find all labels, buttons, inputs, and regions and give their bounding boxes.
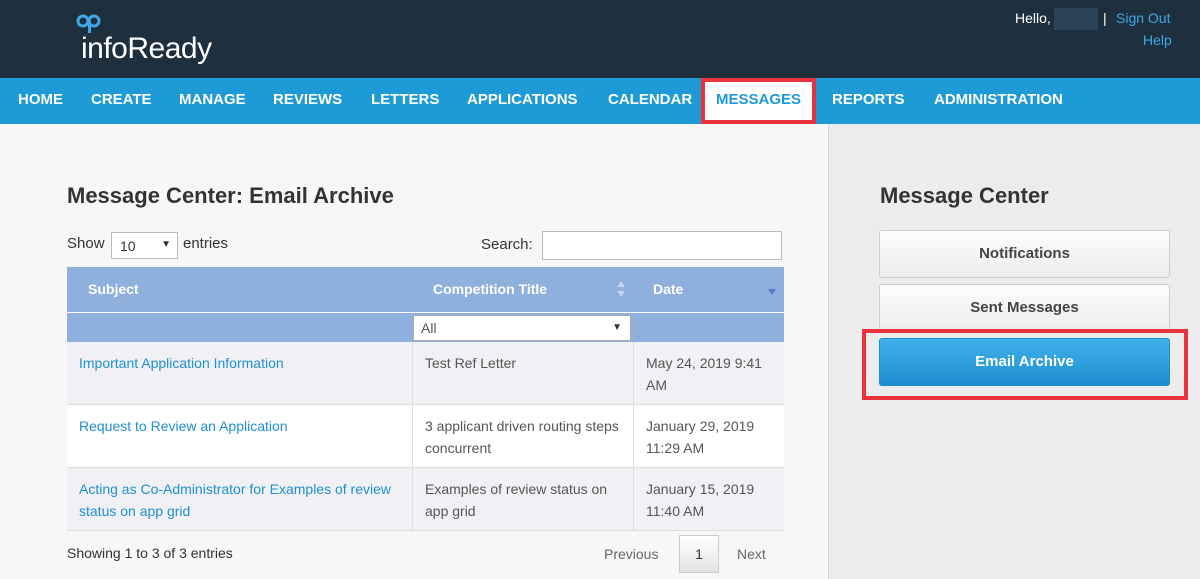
logo-mark-icon: [76, 14, 101, 33]
nav-home[interactable]: HOME: [18, 78, 63, 124]
subject-link[interactable]: Acting as Co-Administrator for Examples …: [67, 468, 412, 531]
nav-create[interactable]: CREATE: [91, 78, 152, 124]
sort-both-icon: [617, 281, 625, 297]
col-subject[interactable]: Subject: [88, 267, 139, 312]
user-name-redacted: [1054, 8, 1098, 30]
page-title: Message Center: Email Archive: [67, 183, 394, 208]
date-cell: January 15, 2019 11:40 AM: [633, 468, 784, 531]
competition-cell: 3 applicant driven routing steps concurr…: [412, 405, 633, 468]
table-row: Important Application Information Test R…: [67, 342, 784, 405]
filter-row: All ▼: [67, 312, 784, 342]
page-length-value: 10: [120, 238, 136, 254]
nav-reports[interactable]: REPORTS: [832, 78, 905, 124]
filter-value: All: [421, 320, 437, 336]
sent-messages-button[interactable]: Sent Messages: [879, 284, 1170, 332]
subject-link[interactable]: Important Application Information: [67, 342, 412, 405]
date-cell: January 29, 2019 11:29 AM: [633, 405, 784, 468]
previous-button[interactable]: Previous: [604, 546, 658, 562]
col-competition-title[interactable]: Competition Title: [433, 267, 547, 312]
next-button[interactable]: Next: [737, 546, 766, 562]
infoready-logo[interactable]: infoReady: [76, 14, 226, 66]
subject-link[interactable]: Request to Review an Application: [67, 405, 412, 468]
show-label: Show: [67, 235, 105, 252]
header-separator: |: [1103, 10, 1107, 26]
notifications-button[interactable]: Notifications: [879, 230, 1170, 278]
page-length-select[interactable]: 10 ▼: [111, 232, 178, 259]
nav-manage[interactable]: MANAGE: [179, 78, 246, 124]
sign-out-link[interactable]: Sign Out: [1116, 10, 1170, 26]
entries-label: entries: [183, 235, 229, 252]
top-header: infoReady Hello, | Sign Out Help: [0, 0, 1200, 78]
table-row: Acting as Co-Administrator for Examples …: [67, 468, 784, 531]
search-label: Search:: [481, 236, 533, 253]
sidebar-title: Message Center: [880, 183, 1049, 208]
email-archive-highlight: [862, 329, 1188, 400]
competition-filter-select[interactable]: All ▼: [413, 315, 631, 341]
nav-administration[interactable]: ADMINISTRATION: [934, 78, 1063, 124]
caret-down-icon: ▼: [161, 239, 171, 250]
table-header: Subject Competition Title Date: [67, 267, 784, 312]
competition-cell: Examples of review status on app grid: [412, 468, 633, 531]
nav-calendar[interactable]: CALENDAR: [608, 78, 692, 124]
help-link[interactable]: Help: [1143, 32, 1172, 48]
caret-down-icon: ▼: [612, 322, 622, 333]
competition-cell: Test Ref Letter: [412, 342, 633, 405]
main-nav: HOME CREATE MANAGE REVIEWS LETTERS APPLI…: [0, 78, 1200, 124]
date-cell: May 24, 2019 9:41 AM: [633, 342, 784, 405]
col-date[interactable]: Date: [653, 267, 683, 312]
nav-letters[interactable]: LETTERS: [371, 78, 439, 124]
sort-desc-icon: [768, 289, 776, 295]
hello-label: Hello,: [1015, 10, 1051, 26]
table-info: Showing 1 to 3 of 3 entries: [67, 545, 233, 561]
search-input[interactable]: [542, 231, 782, 260]
page-1-button[interactable]: 1: [679, 535, 719, 573]
table-row: Request to Review an Application 3 appli…: [67, 405, 784, 468]
nav-applications[interactable]: APPLICATIONS: [467, 78, 578, 124]
nav-reviews[interactable]: REVIEWS: [273, 78, 342, 124]
nav-messages[interactable]: MESSAGES: [701, 78, 817, 124]
logo-text: infoReady: [81, 32, 212, 65]
